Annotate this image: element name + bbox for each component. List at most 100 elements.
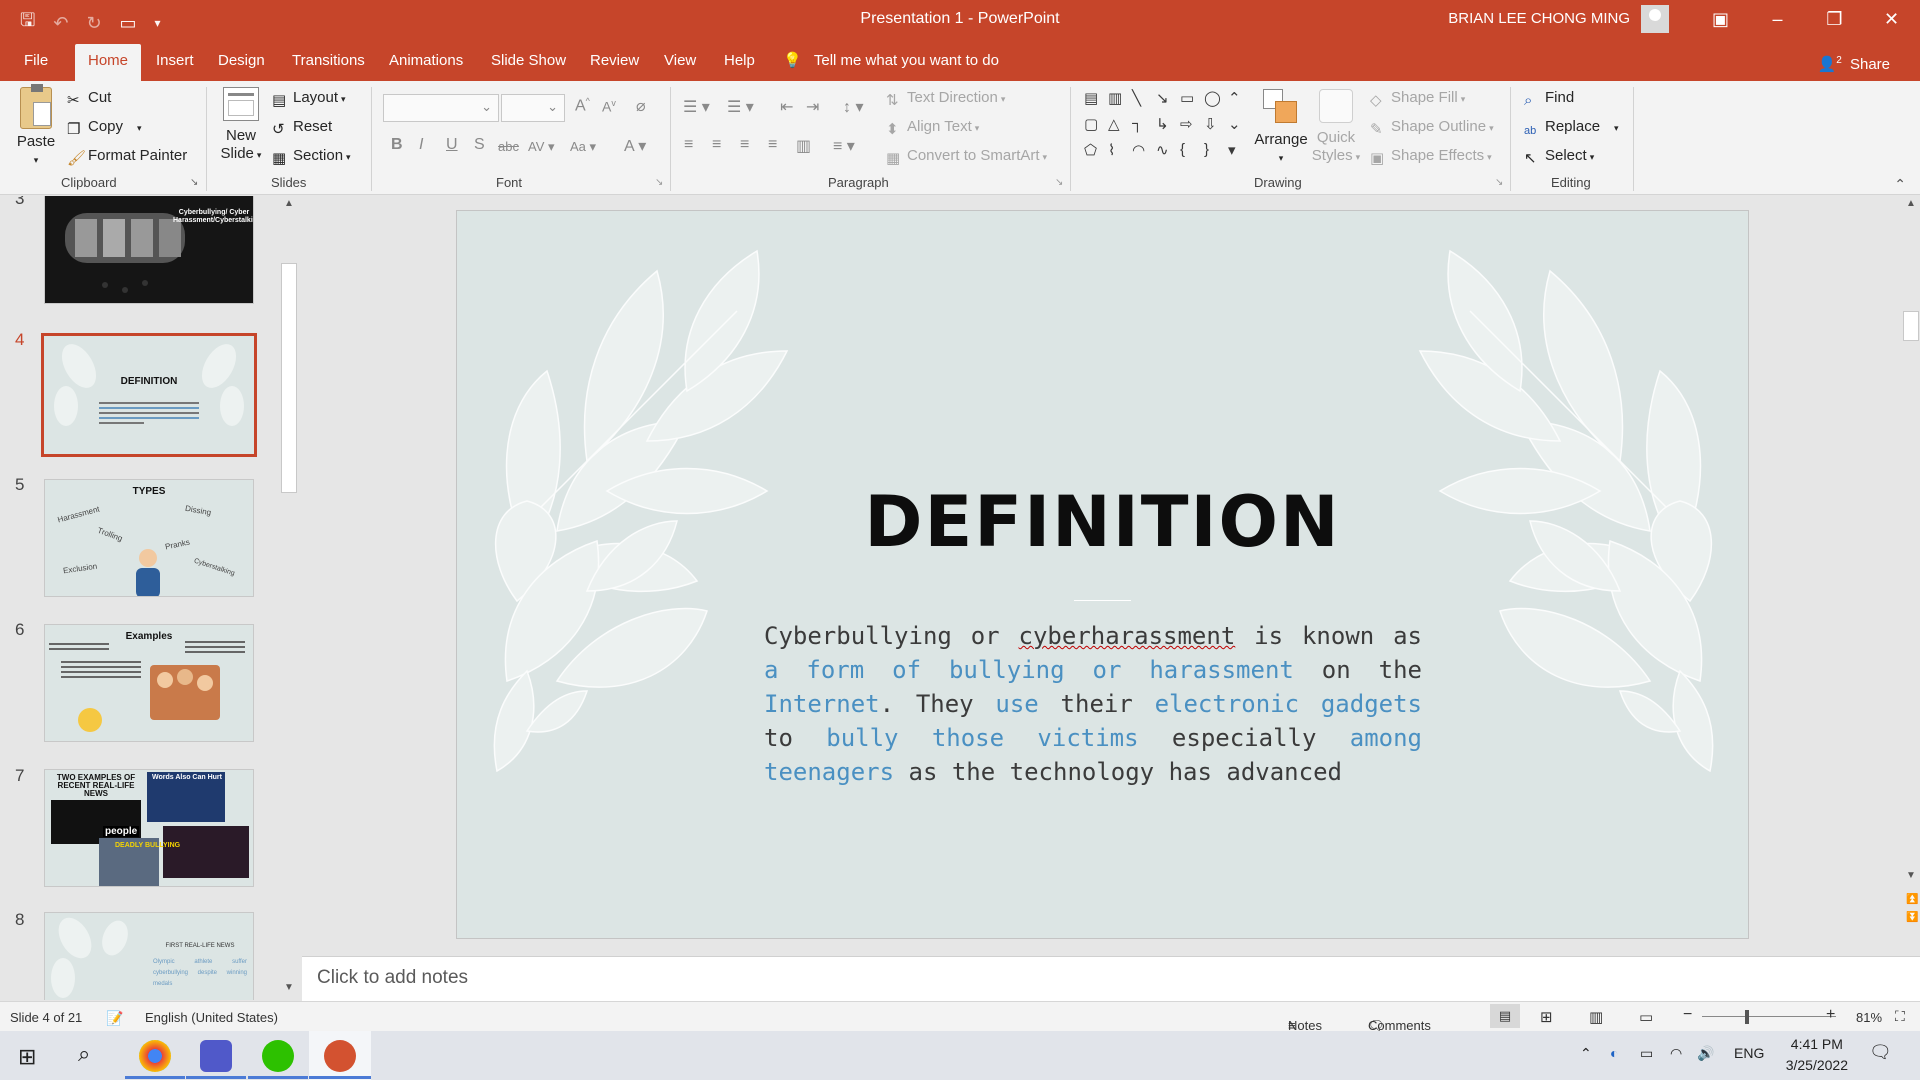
copy-button[interactable]: ❐ Copy ▾ [67,118,142,138]
convert-smartart-button[interactable]: ▦ Convert to SmartArt ▾ [886,147,1047,167]
justify-icon[interactable]: ≡ [768,136,777,154]
bold-icon[interactable]: B [391,136,403,154]
numbering-icon[interactable]: ☰ ▾ [727,97,754,117]
scroll-down-icon[interactable]: ⌄ [1228,115,1241,133]
replace-button[interactable]: ab Replace ▾ [1524,118,1619,141]
notification-icon[interactable]: 🗨 [1869,1042,1892,1063]
close-icon[interactable]: ✕ [1863,0,1920,40]
collapse-ribbon-icon[interactable]: ⌃ [1894,176,1906,193]
more-shapes-icon[interactable]: ▾ [1228,141,1236,159]
thumbnail-scrollbar[interactable]: ▲ ▼ [280,196,298,1000]
shape-effects-button[interactable]: ▣ Shape Effects ▾ [1370,147,1492,167]
thumbnail-slide-5[interactable]: TYPES Harassment Dissing Trolling Pranks… [44,479,254,597]
font-size-dropdown[interactable]: ⌄ [501,94,565,122]
avatar[interactable] [1641,5,1669,33]
left-brace-icon[interactable]: { [1180,141,1185,158]
zoom-slider-thumb[interactable] [1745,1010,1749,1024]
reset-button[interactable]: ↺ Reset [272,118,332,138]
change-case-icon[interactable]: Aa ▾ [570,139,596,155]
minimize-icon[interactable]: – [1749,0,1806,40]
align-right-icon[interactable]: ≡ [740,136,749,154]
zoom-in-icon[interactable]: + [1826,1006,1835,1024]
right-arrow-icon[interactable]: ⇨ [1180,115,1193,133]
scrollbar-thumb[interactable] [281,263,297,493]
arrange-button[interactable]: Arrange ▾ [1253,89,1309,167]
powerpoint-icon[interactable] [324,1040,356,1072]
fit-slide-icon[interactable]: ⛶ [1895,1008,1905,1025]
shape-outline-button[interactable]: ✎ Shape Outline ▾ [1370,118,1494,138]
triangle-icon[interactable]: △ [1108,115,1120,133]
rounded-rectangle-icon[interactable]: ▢ [1084,115,1098,133]
tab-help[interactable]: Help [714,40,765,81]
teams-icon[interactable] [200,1040,232,1072]
windows-start-icon[interactable]: ⊞ [18,1044,36,1070]
arrow-line-icon[interactable]: ↘ [1156,89,1169,107]
elbow-arrow-icon[interactable]: ↳ [1156,115,1169,133]
line-icon[interactable]: ╲ [1132,89,1141,107]
align-center-icon[interactable]: ≡ [712,136,721,154]
wifi-icon[interactable]: ◠ [1670,1045,1682,1062]
previous-slide-icon[interactable]: ⏫ [1906,894,1918,905]
scroll-up-icon[interactable]: ▲ [284,198,294,209]
strikethrough-icon[interactable]: abc [498,139,519,154]
input-language[interactable]: ENG [1734,1045,1764,1061]
decrease-indent-icon[interactable]: ⇤ [780,97,793,117]
italic-icon[interactable]: I [419,136,423,154]
tab-review[interactable]: Review [580,40,649,81]
show-hidden-icons-icon[interactable]: ⌃ [1580,1045,1592,1062]
normal-view-icon[interactable]: ▤ [1490,1004,1520,1028]
dialog-launcher-icon[interactable]: ↘ [1495,177,1503,188]
thumbnail-slide-8[interactable]: FIRST REAL-LIFE NEWS Olympic athlete suf… [44,912,254,1000]
tab-transitions[interactable]: Transitions [282,40,375,81]
notes-pane[interactable]: Click to add notes [302,956,1920,1001]
slide-scrollbar[interactable]: ▲ ▼ ⏫ ⏬ [1902,196,1920,954]
user-name[interactable]: BRIAN LEE CHONG MING [1448,10,1630,27]
right-brace-icon[interactable]: } [1204,141,1209,158]
search-icon[interactable]: ⌕ [78,1041,90,1067]
freeform-icon[interactable]: ⬠ [1084,141,1097,159]
columns-icon[interactable]: ▥ [796,136,811,156]
paragraph-align-icon[interactable]: ≡ ▾ [833,136,855,156]
cut-button[interactable]: ✂ Cut [67,89,111,109]
spelling-check-icon[interactable]: 📝 [106,1010,123,1027]
reading-view-icon[interactable]: ▥ [1589,1008,1603,1026]
tab-file[interactable]: File [14,40,58,81]
onedrive-icon[interactable]: ◐ [1610,1045,1618,1061]
tab-home[interactable]: Home [75,44,142,81]
scroll-down-icon[interactable]: ▼ [1906,870,1916,881]
ribbon-display-options-icon[interactable]: ▣ [1692,0,1749,40]
next-slide-icon[interactable]: ⏬ [1906,912,1918,923]
scroll-up-icon[interactable]: ▲ [1906,198,1916,209]
thumbnail-slide-3[interactable]: Cyberbullying/ Cyber Harassment/Cybersta… [44,196,254,304]
slide-title[interactable]: DEFINITION [457,481,1748,563]
quick-styles-button[interactable]: Quick Styles ▾ [1310,89,1362,166]
increase-font-size-icon[interactable]: A^ [575,96,590,115]
new-slide-button[interactable]: New Slide ▾ [216,87,266,164]
tell-me-search[interactable]: 💡 Tell me what you want to do [783,40,999,81]
font-color-icon[interactable]: A ▾ [624,136,646,156]
line-spacing-icon[interactable]: ↕ ▾ [843,97,863,117]
language-indicator[interactable]: English (United States) [145,1010,278,1025]
thumbnail-slide-6[interactable]: Examples [44,624,254,742]
tab-insert[interactable]: Insert [146,40,204,81]
volume-icon[interactable]: 🔊 [1697,1045,1714,1062]
paste-button[interactable]: Paste ▾ [14,84,58,169]
slide-show-icon[interactable]: ▭ [1639,1008,1653,1026]
down-arrow-icon[interactable]: ⇩ [1204,115,1217,133]
text-shadow-icon[interactable]: S [474,136,485,154]
decrease-font-size-icon[interactable]: Av [602,98,616,115]
battery-icon[interactable]: ▭ [1640,1045,1653,1062]
tab-slide-show[interactable]: Slide Show [481,40,576,81]
align-text-button[interactable]: ⬍ Align Text ▾ [886,118,979,138]
vertical-text-box-icon[interactable]: ▥ [1108,89,1122,107]
tab-view[interactable]: View [654,40,706,81]
font-name-dropdown[interactable]: ⌄ [383,94,499,122]
text-box-icon[interactable]: ▤ [1084,89,1098,107]
thumbnail-slide-4[interactable]: DEFINITION [41,333,257,457]
underline-icon[interactable]: U [446,136,458,154]
character-spacing-icon[interactable]: AV ▾ [528,139,555,155]
slide-body-text[interactable]: Cyberbullying or cyberharassment is know… [764,619,1422,789]
dialog-launcher-icon[interactable]: ↘ [190,177,198,188]
tab-animations[interactable]: Animations [379,40,473,81]
curve-icon[interactable]: ∿ [1156,141,1169,159]
